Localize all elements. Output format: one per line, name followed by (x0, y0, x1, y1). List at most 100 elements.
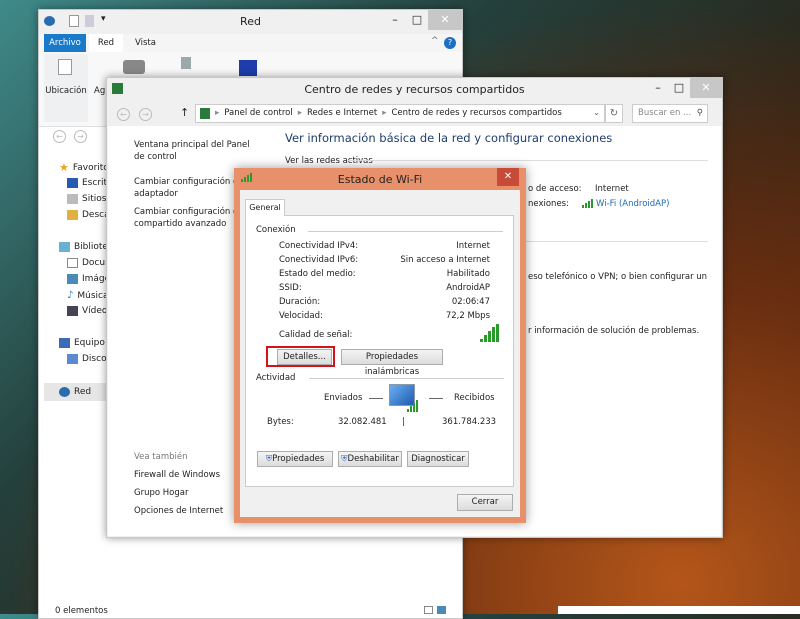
back-button[interactable]: ← (117, 108, 130, 121)
location-icon (58, 59, 72, 75)
close-button[interactable]: ✕ (690, 78, 722, 98)
row-duration: Duración: 02:06:47 (279, 297, 490, 307)
link-control-panel-home[interactable]: Ventana principal del Panel de control (134, 139, 262, 163)
row-value: AndroidAP (446, 283, 490, 293)
nav-red[interactable]: Red (44, 383, 106, 401)
activity-section-label: Actividad (256, 373, 296, 383)
link-homegroup[interactable]: Grupo Hogar (134, 488, 188, 498)
disk-icon (67, 354, 78, 364)
active-networks-label: Ver las redes activas (285, 156, 373, 166)
row-ssid: SSID: AndroidAP (279, 283, 490, 293)
wifi-connection-link[interactable]: Wi-Fi (AndroidAP) (596, 199, 669, 209)
network-sharing-icon[interactable] (239, 60, 257, 76)
breadcrumb-item[interactable]: Panel de control (224, 105, 292, 122)
row-value: Internet (456, 241, 490, 251)
row-speed: Velocidad: 72,2 Mbps (279, 311, 490, 321)
search-input[interactable]: Buscar en ... ⚲ (632, 104, 708, 123)
disable-button[interactable]: ⛨Deshabilitar (338, 451, 402, 467)
wifi-status-dialog: Estado de Wi-Fi ✕ General Conexión Conec… (234, 168, 526, 523)
row-label: Velocidad: (279, 311, 323, 321)
link-internet-options[interactable]: Opciones de Internet (134, 506, 223, 516)
access-type-label: o de acceso: (528, 184, 582, 194)
help-icon[interactable]: ? (444, 37, 456, 49)
network-map-icon[interactable] (181, 57, 191, 69)
network-center-title: Centro de redes y recursos compartidos (304, 83, 525, 96)
minimize-button[interactable]: – (647, 78, 669, 98)
link-firewall[interactable]: Firewall de Windows (134, 470, 220, 480)
see-also-heading: Vea también (134, 452, 188, 462)
maximize-button[interactable]: □ (406, 10, 428, 30)
close-dialog-button[interactable]: Cerrar (457, 494, 513, 511)
up-button[interactable]: ↑ (180, 106, 189, 119)
address-bar[interactable]: ▸ Panel de control ▸ Redes e Internet ▸ … (195, 104, 605, 123)
refresh-button[interactable]: ↻ (605, 104, 623, 123)
dialog-title: Estado de Wi-Fi (337, 173, 423, 186)
nav-musica[interactable]: ♪ Música (67, 290, 109, 301)
breadcrumb-item[interactable]: Centro de redes y recursos compartidos (391, 105, 561, 122)
nav-sitios[interactable]: Sitios (67, 194, 106, 204)
wireless-properties-button[interactable]: Propiedades inalámbricas (341, 349, 443, 377)
row-label: Conectividad IPv6: (279, 255, 359, 265)
close-button[interactable]: ✕ (428, 10, 462, 30)
bytes-label: Bytes: (267, 417, 294, 427)
divider (403, 417, 404, 426)
address-dropdown-icon[interactable]: ⌄ (593, 105, 600, 122)
breadcrumb-separator: ▸ (215, 108, 220, 118)
forward-button[interactable]: → (74, 130, 87, 143)
details-button[interactable]: Detalles... (277, 349, 332, 365)
media-devices-icon[interactable] (123, 60, 145, 74)
tab-archivo[interactable]: Archivo (44, 34, 86, 52)
breadcrumb-item[interactable]: Redes e Internet (307, 105, 377, 122)
signal-quality-icon (480, 324, 499, 345)
bytes-sent-value: 32.082.481 (338, 417, 387, 427)
tab-vista[interactable]: Vista (135, 34, 156, 52)
videos-icon (67, 306, 78, 316)
divider (508, 241, 708, 242)
page-heading: Ver información básica de la red y confi… (285, 131, 613, 145)
nav-label: Disco (82, 354, 107, 364)
signal-quality-label: Calidad de señal: (279, 330, 353, 340)
breadcrumb-separator: ▸ (297, 108, 302, 118)
libraries-icon (59, 242, 70, 252)
minimize-button[interactable]: – (384, 10, 406, 30)
nav-label: Red (74, 387, 92, 397)
maximize-button[interactable]: □ (669, 78, 689, 98)
row-value: 02:06:47 (451, 297, 490, 307)
search-icon: ⚲ (696, 108, 703, 118)
back-button[interactable]: ← (53, 130, 66, 143)
close-button[interactable]: ✕ (497, 168, 519, 186)
bytes-received-value: 361.784.233 (442, 417, 497, 427)
setup-connection-text[interactable]: eso telefónico o VPN; o bien configurar … (528, 272, 707, 282)
location-label: Ubicación (45, 86, 87, 96)
row-ipv6: Conectividad IPv6: Sin acceso a Internet (279, 255, 490, 265)
tab-general[interactable]: General (245, 199, 285, 216)
search-placeholder: Buscar en ... (638, 108, 692, 118)
collapse-ribbon-icon[interactable]: ^ (431, 36, 439, 46)
divider (348, 160, 708, 161)
details-view-icon[interactable] (424, 606, 433, 614)
downloads-icon (67, 210, 78, 220)
large-icons-view-icon[interactable] (437, 606, 446, 614)
diagnose-button[interactable]: Diagnosticar (407, 451, 469, 467)
music-icon: ♪ (67, 290, 74, 301)
sites-icon (67, 194, 78, 204)
tab-red[interactable]: Red (89, 34, 123, 52)
nav-label: Equipo (74, 338, 105, 348)
row-value: Sin acceso a Internet (400, 255, 490, 265)
nav-disco[interactable]: Disco (67, 354, 107, 364)
ribbon-partial-label: Ag (94, 86, 106, 96)
computer-icon (59, 338, 70, 348)
location-button[interactable]: Ubicación (44, 54, 88, 122)
network-icon (59, 387, 70, 397)
properties-button[interactable]: ⛨Propiedades (257, 451, 333, 467)
documents-icon (67, 258, 78, 268)
forward-button[interactable]: → (139, 108, 152, 121)
troubleshoot-text[interactable]: r información de solución de problemas. (528, 326, 699, 336)
nav-equipo[interactable]: Equipo (59, 338, 105, 348)
row-value: 72,2 Mbps (445, 311, 490, 321)
row-label: Duración: (279, 297, 321, 307)
star-icon: ★ (59, 161, 69, 174)
dialog-body: General Conexión Conectividad IPv4: Inter… (240, 190, 520, 517)
control-panel-icon (200, 108, 210, 119)
button-label: Deshabilitar (347, 454, 399, 464)
